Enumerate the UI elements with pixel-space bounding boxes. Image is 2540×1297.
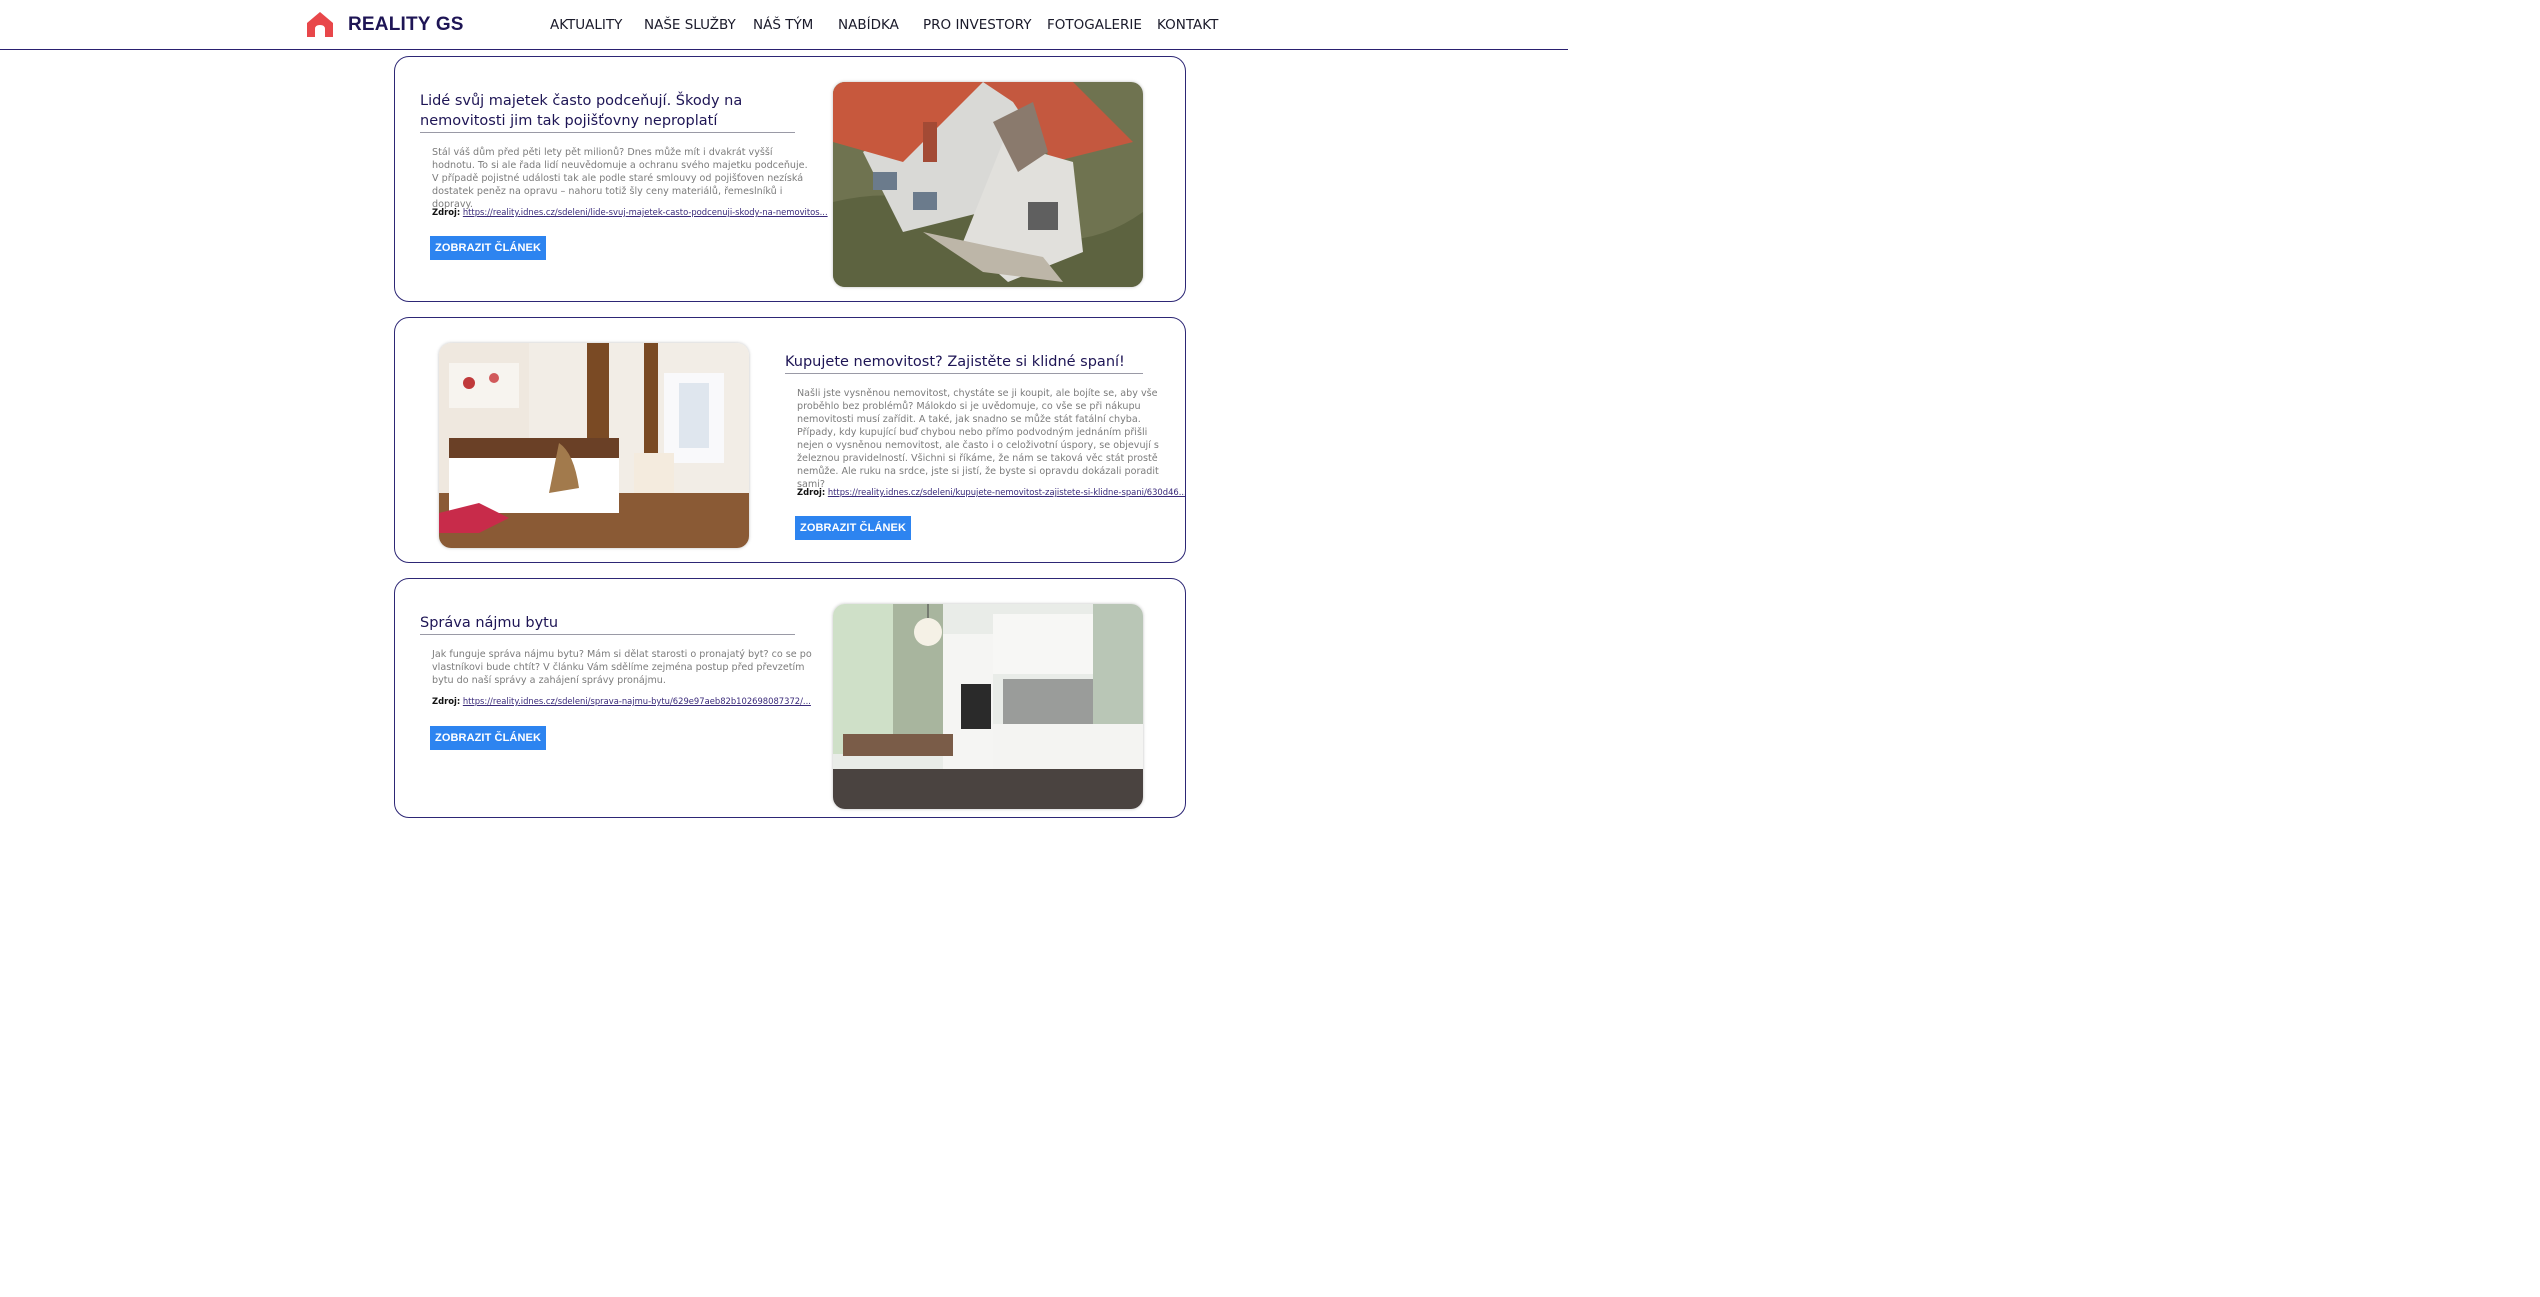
top-navbar: REALITY GS AKTUALITY NAŠE SLUŽBY NÁŠ TÝM…: [0, 0, 1568, 50]
article-perex: Jak funguje správa nájmu bytu? Mám si dě…: [432, 649, 812, 686]
article-perex: Stál váš dům před pěti lety pět milionů?…: [432, 147, 808, 210]
kitchen-image: [833, 604, 1143, 809]
article-title: Kupujete nemovitost? Zajistěte si klidné…: [785, 352, 1143, 374]
article-card: Lidé svůj majetek často podceňují. Škody…: [394, 56, 1186, 302]
show-article-button[interactable]: ZOBRAZIT ČLÁNEK: [795, 516, 911, 540]
show-article-button[interactable]: ZOBRAZIT ČLÁNEK: [430, 726, 546, 750]
article-title: Lidé svůj majetek často podceňují. Škody…: [420, 91, 795, 133]
nav-pro-investory[interactable]: PRO INVESTORY: [923, 17, 1032, 33]
nav-nase-sluzby[interactable]: NAŠE SLUŽBY: [644, 17, 736, 33]
bedroom-image: [439, 343, 749, 548]
nav-fotogalerie[interactable]: FOTOGALERIE: [1047, 17, 1142, 33]
article-perex: Našli jste vysněnou nemovitost, chystáte…: [797, 388, 1159, 490]
damaged-house-image: [833, 82, 1143, 287]
nav-nabidka[interactable]: NABÍDKA: [838, 17, 899, 33]
nav-nas-tym[interactable]: NÁŠ TÝM: [753, 17, 813, 33]
article-card: Správa nájmu bytu Jak funguje správa náj…: [394, 578, 1186, 818]
article-source: Zdroj: https://reality.idnes.cz/sdeleni/…: [797, 487, 1185, 498]
source-label: Zdroj:: [432, 207, 461, 217]
article-title: Správa nájmu bytu: [420, 613, 795, 635]
show-article-button[interactable]: ZOBRAZIT ČLÁNEK: [430, 236, 546, 260]
article-card: Kupujete nemovitost? Zajistěte si klidné…: [394, 317, 1186, 563]
article-source: Zdroj: https://reality.idnes.cz/sdeleni/…: [432, 696, 811, 707]
source-label: Zdroj:: [432, 696, 461, 706]
nav-aktuality[interactable]: AKTUALITY: [550, 17, 622, 33]
source-link[interactable]: https://reality.idnes.cz/sdeleni/lide-sv…: [463, 207, 828, 217]
article-source: Zdroj: https://reality.idnes.cz/sdeleni/…: [432, 207, 828, 218]
source-link[interactable]: https://reality.idnes.cz/sdeleni/kupujet…: [828, 487, 1185, 497]
source-link[interactable]: https://reality.idnes.cz/sdeleni/sprava-…: [463, 696, 811, 706]
source-label: Zdroj:: [797, 487, 826, 497]
nav-kontakt[interactable]: KONTAKT: [1157, 17, 1218, 33]
brand-name[interactable]: REALITY GS: [348, 14, 464, 36]
house-logo-icon[interactable]: [306, 11, 334, 37]
